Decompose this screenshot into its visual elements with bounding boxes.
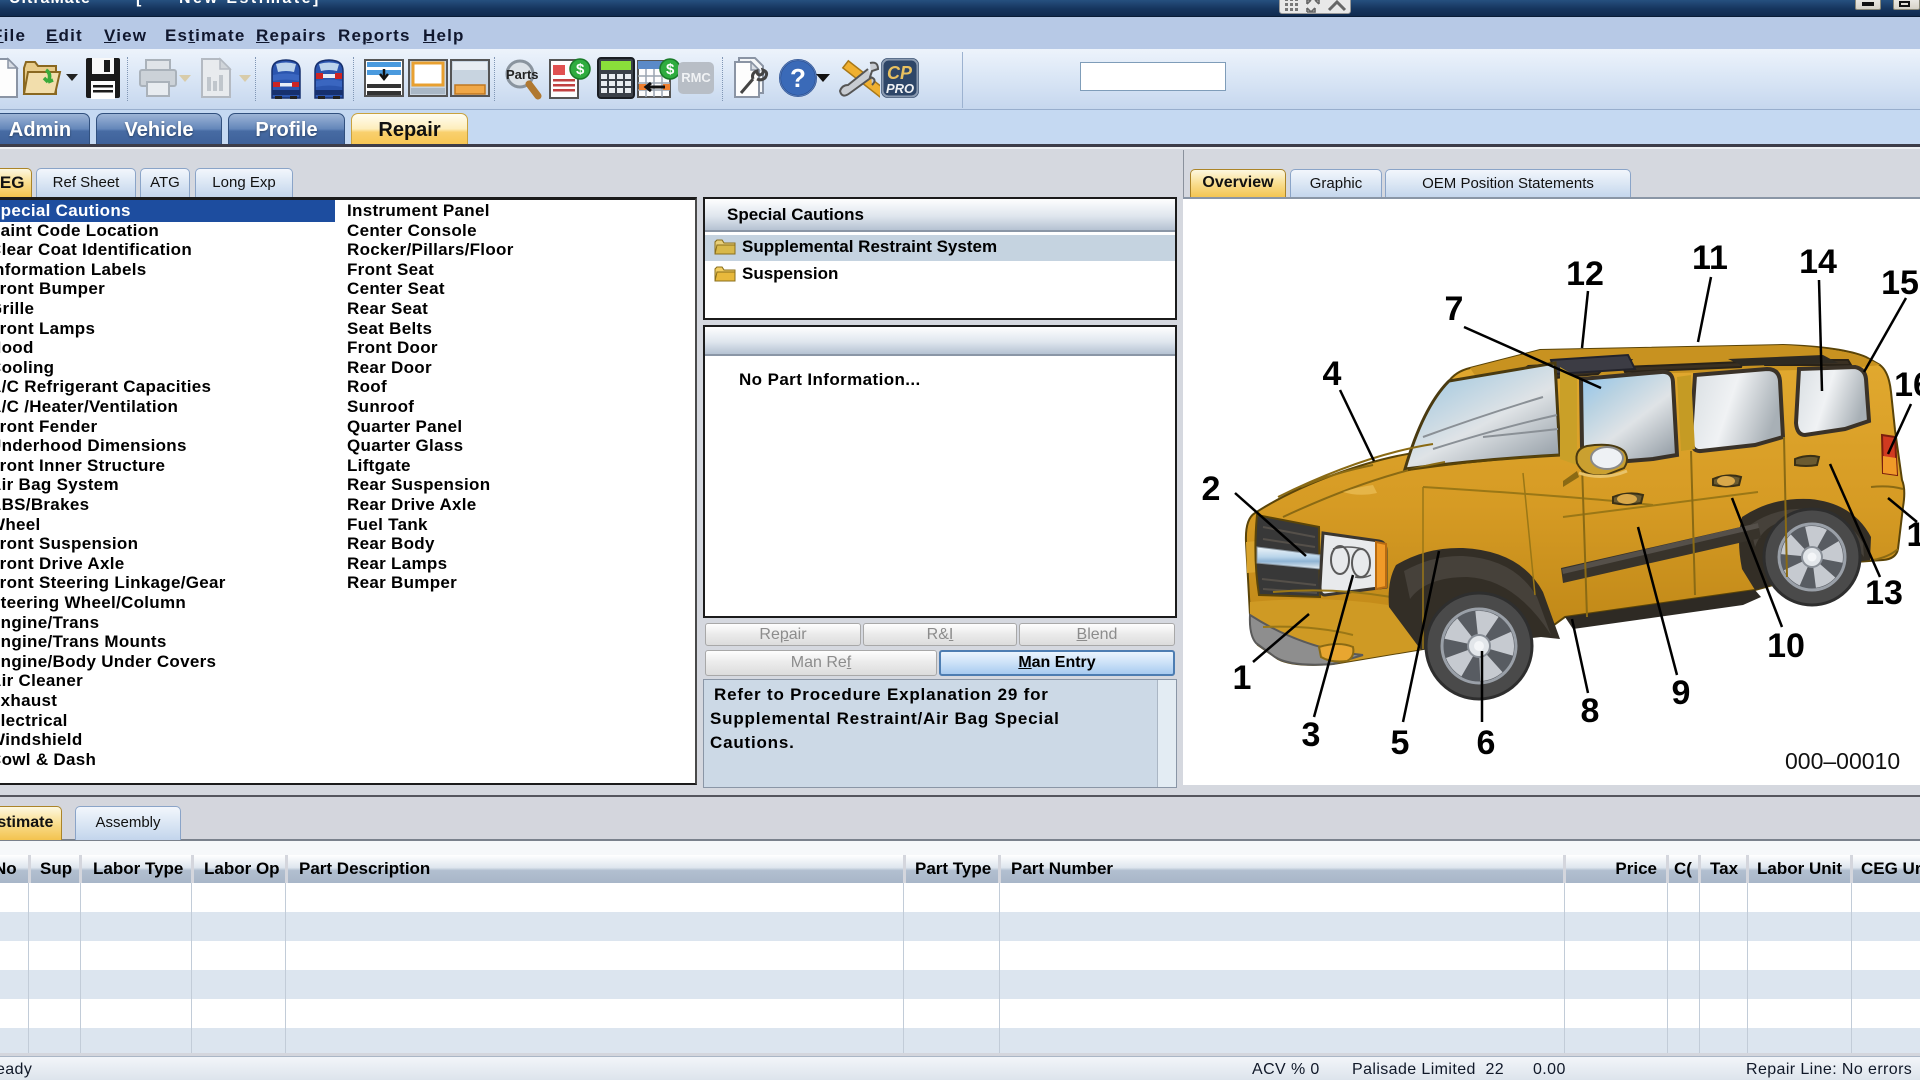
svg-text:Parts: Parts bbox=[506, 67, 539, 82]
svg-text:8: 8 bbox=[1581, 692, 1600, 730]
svg-text:9: 9 bbox=[1672, 674, 1691, 712]
svg-text:$: $ bbox=[666, 61, 675, 78]
svg-text:2: 2 bbox=[1202, 470, 1221, 508]
svg-text:PRO: PRO bbox=[886, 81, 914, 96]
svg-text:16: 16 bbox=[1894, 366, 1920, 404]
svg-text:12: 12 bbox=[1566, 255, 1604, 293]
svg-text:15: 15 bbox=[1881, 264, 1919, 302]
svg-text:5: 5 bbox=[1391, 724, 1410, 762]
svg-text:11: 11 bbox=[1692, 239, 1728, 277]
svg-text:10: 10 bbox=[1767, 627, 1805, 665]
svg-text:CP: CP bbox=[887, 63, 913, 83]
svg-text:?: ? bbox=[790, 63, 806, 93]
svg-text:4: 4 bbox=[1323, 355, 1342, 393]
svg-text:$: $ bbox=[576, 61, 585, 78]
svg-text:14: 14 bbox=[1799, 243, 1837, 281]
svg-text:6: 6 bbox=[1477, 724, 1496, 762]
svg-text:3: 3 bbox=[1302, 716, 1321, 754]
svg-text:7: 7 bbox=[1445, 290, 1464, 328]
svg-text:1: 1 bbox=[1907, 516, 1920, 554]
svg-text:1: 1 bbox=[1233, 659, 1252, 697]
svg-text:13: 13 bbox=[1865, 574, 1903, 612]
